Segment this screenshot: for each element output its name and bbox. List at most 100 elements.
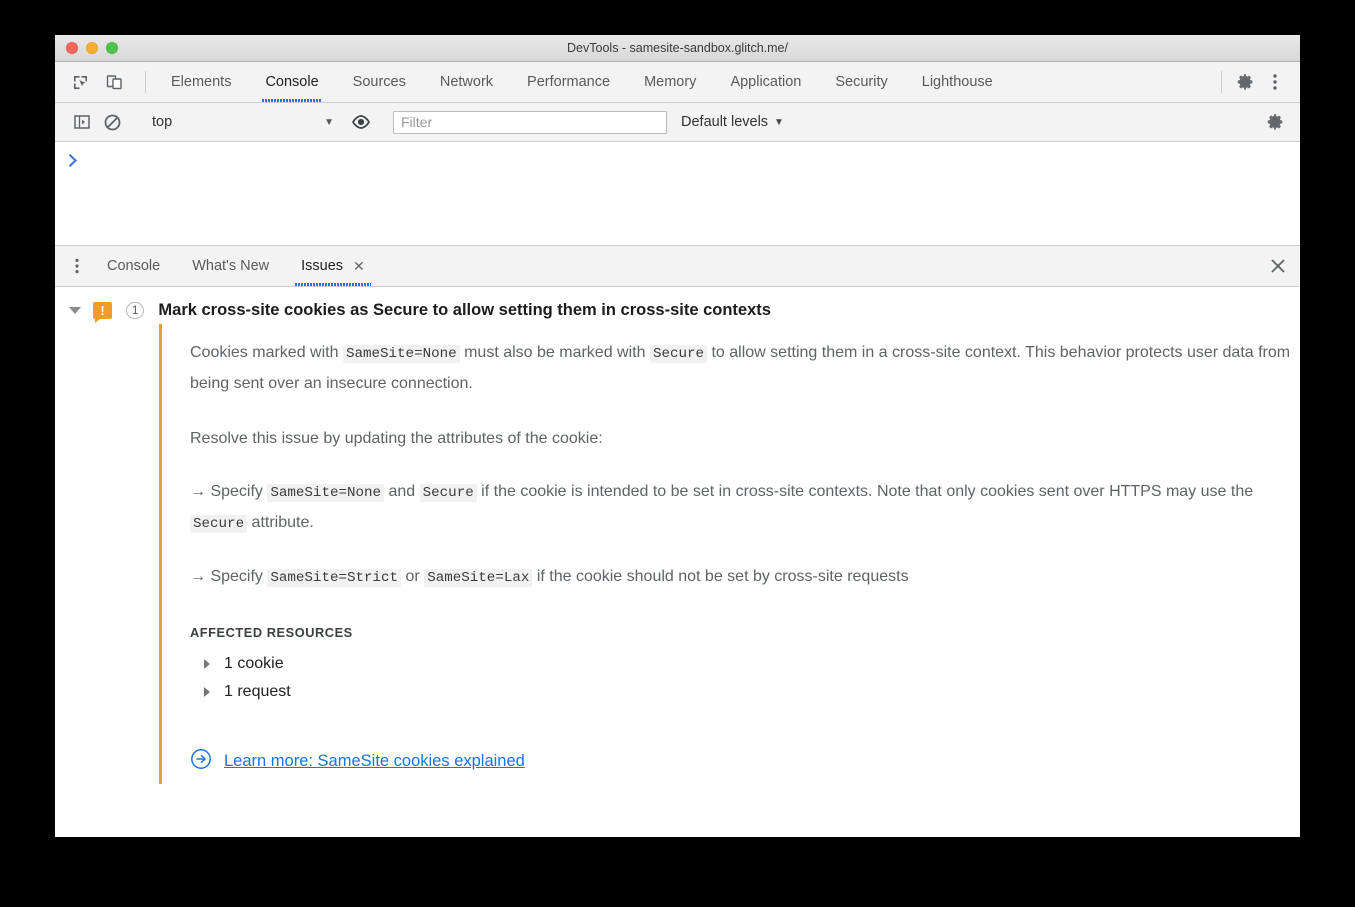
p3-text-1: → Specify xyxy=(190,482,268,500)
p4-code-1: SameSite=Strict xyxy=(267,569,402,588)
p2-text-1: Resolve this issue by updating the attri… xyxy=(190,429,603,447)
p1-code-1: SameSite=None xyxy=(342,345,460,363)
affected-resource-cookie[interactable]: 1 cookie xyxy=(190,650,1300,678)
tab-memory[interactable]: Memory xyxy=(627,62,713,102)
p1-text-2: must also be marked with xyxy=(459,344,650,361)
issues-panel: ! 1 Mark cross-site cookies as Secure to… xyxy=(55,287,1300,837)
screenshot-root: DevTools - samesite-sandbox.glitch.me/ E… xyxy=(0,0,1355,907)
console-settings-gear-icon[interactable] xyxy=(1260,107,1290,137)
issue-expand-triangle-icon[interactable] xyxy=(69,307,81,314)
p4-text-2: or xyxy=(401,568,425,586)
inspect-element-icon[interactable] xyxy=(65,67,95,97)
p3-text-2: and xyxy=(384,482,420,500)
circled-arrow-right-icon xyxy=(190,748,212,775)
close-window-button[interactable] xyxy=(66,42,78,54)
expand-triangle-icon[interactable] xyxy=(204,687,216,698)
console-sidebar-icon[interactable] xyxy=(67,107,97,137)
drawer-more-tabs-icon[interactable] xyxy=(63,246,91,286)
affected-resource-request[interactable]: 1 request xyxy=(190,678,1300,706)
toolbar-left-icons xyxy=(65,62,137,102)
p4-code-2: SameSite=Lax xyxy=(424,569,533,588)
expand-triangle-icon[interactable] xyxy=(204,659,216,670)
console-context-value: top xyxy=(152,114,173,130)
p1-text-1: Cookies marked with xyxy=(190,344,343,361)
p3-code-3: Secure xyxy=(190,514,248,533)
tab-performance-label: Performance xyxy=(527,74,611,90)
p3-code-1: SameSite=None xyxy=(267,483,385,502)
tab-elements-label: Elements xyxy=(171,74,232,90)
console-filter-toolbar: top ▼ Default levels ▼ xyxy=(55,103,1300,142)
toolbar-right-icons xyxy=(1230,62,1300,102)
p4-text-1: → Specify xyxy=(190,568,268,586)
console-context-selector[interactable]: top ▼ xyxy=(144,114,342,130)
devtools-main-toolbar: Elements Console Sources Network Perform… xyxy=(55,62,1300,103)
minimize-window-button[interactable] xyxy=(86,42,98,54)
warning-bubble-icon: ! xyxy=(93,302,112,323)
learn-more-row[interactable]: Learn more: SameSite cookies explained xyxy=(190,748,1300,775)
warning-glyph: ! xyxy=(100,302,105,318)
issue-paragraph-4: → Specify SameSite=Strict or SameSite=La… xyxy=(190,562,1300,593)
chevron-down-icon: ▼ xyxy=(324,116,334,128)
device-toolbar-icon[interactable] xyxy=(99,67,129,97)
drawer-tab-issues-label: Issues xyxy=(301,258,344,274)
tab-application-label: Application xyxy=(730,74,802,90)
affected-resources-label: AFFECTED RESOURCES xyxy=(190,625,353,641)
tab-performance[interactable]: Performance xyxy=(510,62,627,102)
tab-lighthouse-label: Lighthouse xyxy=(921,74,993,90)
window-titlebar: DevTools - samesite-sandbox.glitch.me/ xyxy=(55,35,1300,62)
p1-code-2: Secure xyxy=(649,345,708,363)
tab-console[interactable]: Console xyxy=(248,62,335,102)
tab-application[interactable]: Application xyxy=(713,62,818,102)
issue-title: Mark cross-site cookies as Secure to all… xyxy=(158,301,771,319)
more-options-kebab-icon[interactable] xyxy=(1260,67,1290,97)
p3-text-3: if the cookie is intended to be set in c… xyxy=(476,482,1254,500)
maximize-window-button[interactable] xyxy=(106,42,118,54)
p4-text-3: if the cookie should not be set by cross… xyxy=(532,568,909,586)
tab-lighthouse[interactable]: Lighthouse xyxy=(905,62,1010,102)
console-message-area[interactable] xyxy=(55,142,1300,246)
affected-resource-request-label: 1 request xyxy=(224,683,291,701)
settings-gear-icon[interactable] xyxy=(1230,67,1260,97)
chevron-down-icon: ▼ xyxy=(774,116,784,128)
window-title: DevTools - samesite-sandbox.glitch.me/ xyxy=(567,41,788,55)
clear-console-icon[interactable] xyxy=(97,107,127,137)
issue-paragraph-3: → Specify SameSite=None and Secure if th… xyxy=(190,477,1300,539)
drawer-tab-console-label: Console xyxy=(107,258,161,274)
console-log-levels-selector[interactable]: Default levels ▼ xyxy=(681,114,784,130)
affected-resource-cookie-label: 1 cookie xyxy=(224,655,284,673)
console-prompt-chevron-icon xyxy=(68,153,1300,170)
issue-paragraph-2: Resolve this issue by updating the attri… xyxy=(190,424,1300,455)
tab-console-label: Console xyxy=(265,74,319,90)
drawer-tab-issues[interactable]: Issues ✕ xyxy=(285,246,381,286)
drawer-tab-whats-new-label: What's New xyxy=(192,258,270,274)
console-filter-input[interactable] xyxy=(393,110,667,134)
close-drawer-button[interactable] xyxy=(1256,246,1300,286)
issue-count-badge: 1 xyxy=(126,302,145,319)
close-issues-tab-icon[interactable]: ✕ xyxy=(353,259,365,273)
filterbar-right xyxy=(1241,107,1300,137)
console-log-levels-label: Default levels xyxy=(681,114,769,130)
tab-network-label: Network xyxy=(439,74,494,90)
tab-network[interactable]: Network xyxy=(423,62,510,102)
p3-code-2: Secure xyxy=(419,483,477,502)
p3-text-4: attribute. xyxy=(247,513,314,531)
window-traffic-lights xyxy=(66,42,118,54)
issue-body: Cookies marked with SameSite=None must a… xyxy=(159,324,1300,784)
tab-elements[interactable]: Elements xyxy=(154,62,248,102)
tab-sources-label: Sources xyxy=(352,74,406,90)
tab-memory-label: Memory xyxy=(644,74,697,90)
learn-more-link[interactable]: Learn more: SameSite cookies explained xyxy=(224,752,525,771)
toolbar-divider-right xyxy=(1221,71,1222,93)
live-expression-icon[interactable] xyxy=(346,107,376,137)
devtools-window: DevTools - samesite-sandbox.glitch.me/ E… xyxy=(55,35,1300,837)
main-tab-list: Elements Console Sources Network Perform… xyxy=(154,62,1213,102)
issue-header-row[interactable]: ! 1 Mark cross-site cookies as Secure to… xyxy=(55,297,1300,324)
drawer-tab-console[interactable]: Console xyxy=(91,246,176,286)
toolbar-divider-left xyxy=(145,71,146,93)
drawer-tab-bar: Console What's New Issues ✕ xyxy=(55,246,1300,287)
tab-security-label: Security xyxy=(835,74,888,90)
issue-paragraph-1: Cookies marked with SameSite=None must a… xyxy=(190,338,1300,400)
drawer-tab-whats-new[interactable]: What's New xyxy=(176,246,285,286)
tab-sources[interactable]: Sources xyxy=(336,62,423,102)
tab-security[interactable]: Security xyxy=(818,62,904,102)
